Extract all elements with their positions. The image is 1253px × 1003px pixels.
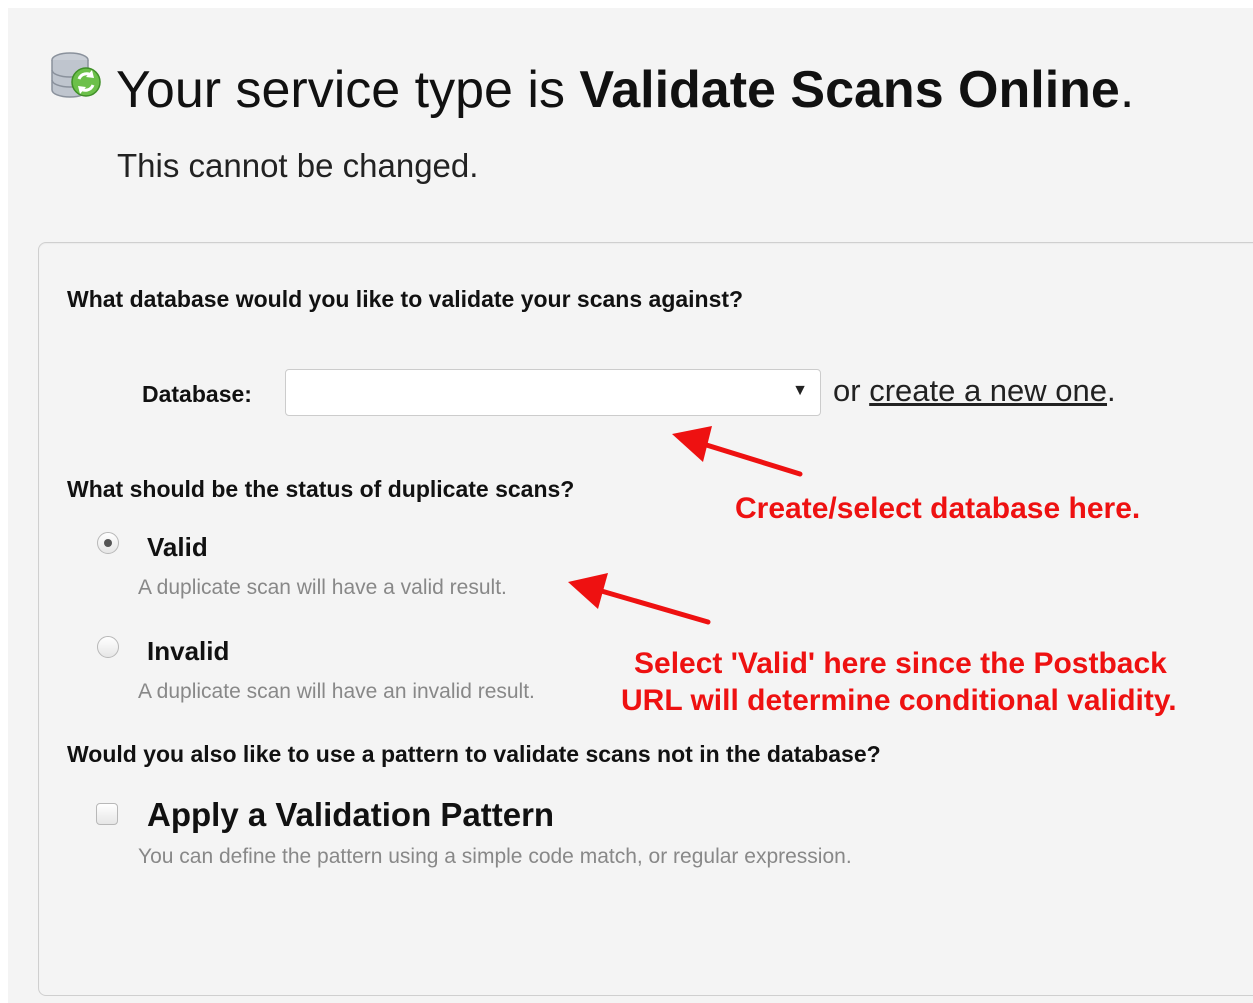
database-question: What database would you like to validate… [67, 286, 744, 312]
database-annotation: Create/select database here. [735, 492, 1141, 525]
database-label: Database: [142, 381, 252, 407]
valid-annotation-line1: Select 'Valid' here since the Postback [634, 647, 1167, 680]
radio-invalid-help: A duplicate scan will have an invalid re… [138, 680, 535, 703]
radio-valid-help: A duplicate scan will have a valid resul… [138, 576, 507, 599]
database-select[interactable]: ▼ [285, 369, 821, 416]
radio-invalid-label[interactable]: Invalid [147, 636, 229, 667]
page-subtitle: This cannot be changed. [117, 147, 479, 184]
or-text: or [833, 373, 870, 408]
settings-panel [38, 242, 1253, 996]
chevron-down-icon: ▼ [792, 382, 808, 399]
title-suffix: . [1119, 61, 1135, 119]
radio-valid[interactable] [97, 532, 119, 554]
apply-pattern-help: You can define the pattern using a simpl… [138, 845, 852, 868]
apply-pattern-label[interactable]: Apply a Validation Pattern [147, 796, 554, 834]
pattern-question: Would you also like to use a pattern to … [67, 741, 881, 767]
radio-valid-label[interactable]: Valid [147, 532, 208, 563]
database-sync-icon [51, 52, 101, 98]
service-type-name: Validate Scans Online [579, 61, 1120, 119]
title-prefix: Your service type is [116, 61, 580, 119]
page-title: Your service type is Validate Scans Onli… [116, 58, 1134, 122]
duplicate-question: What should be the status of duplicate s… [67, 476, 575, 502]
valid-annotation-line2: URL will determine conditional validity. [621, 684, 1177, 717]
create-database-link[interactable]: create a new one [869, 373, 1107, 408]
radio-invalid[interactable] [97, 636, 119, 658]
apply-pattern-checkbox[interactable] [96, 803, 118, 825]
create-database-text: or create a new one. [833, 373, 1116, 409]
after-link-text: . [1107, 373, 1116, 408]
